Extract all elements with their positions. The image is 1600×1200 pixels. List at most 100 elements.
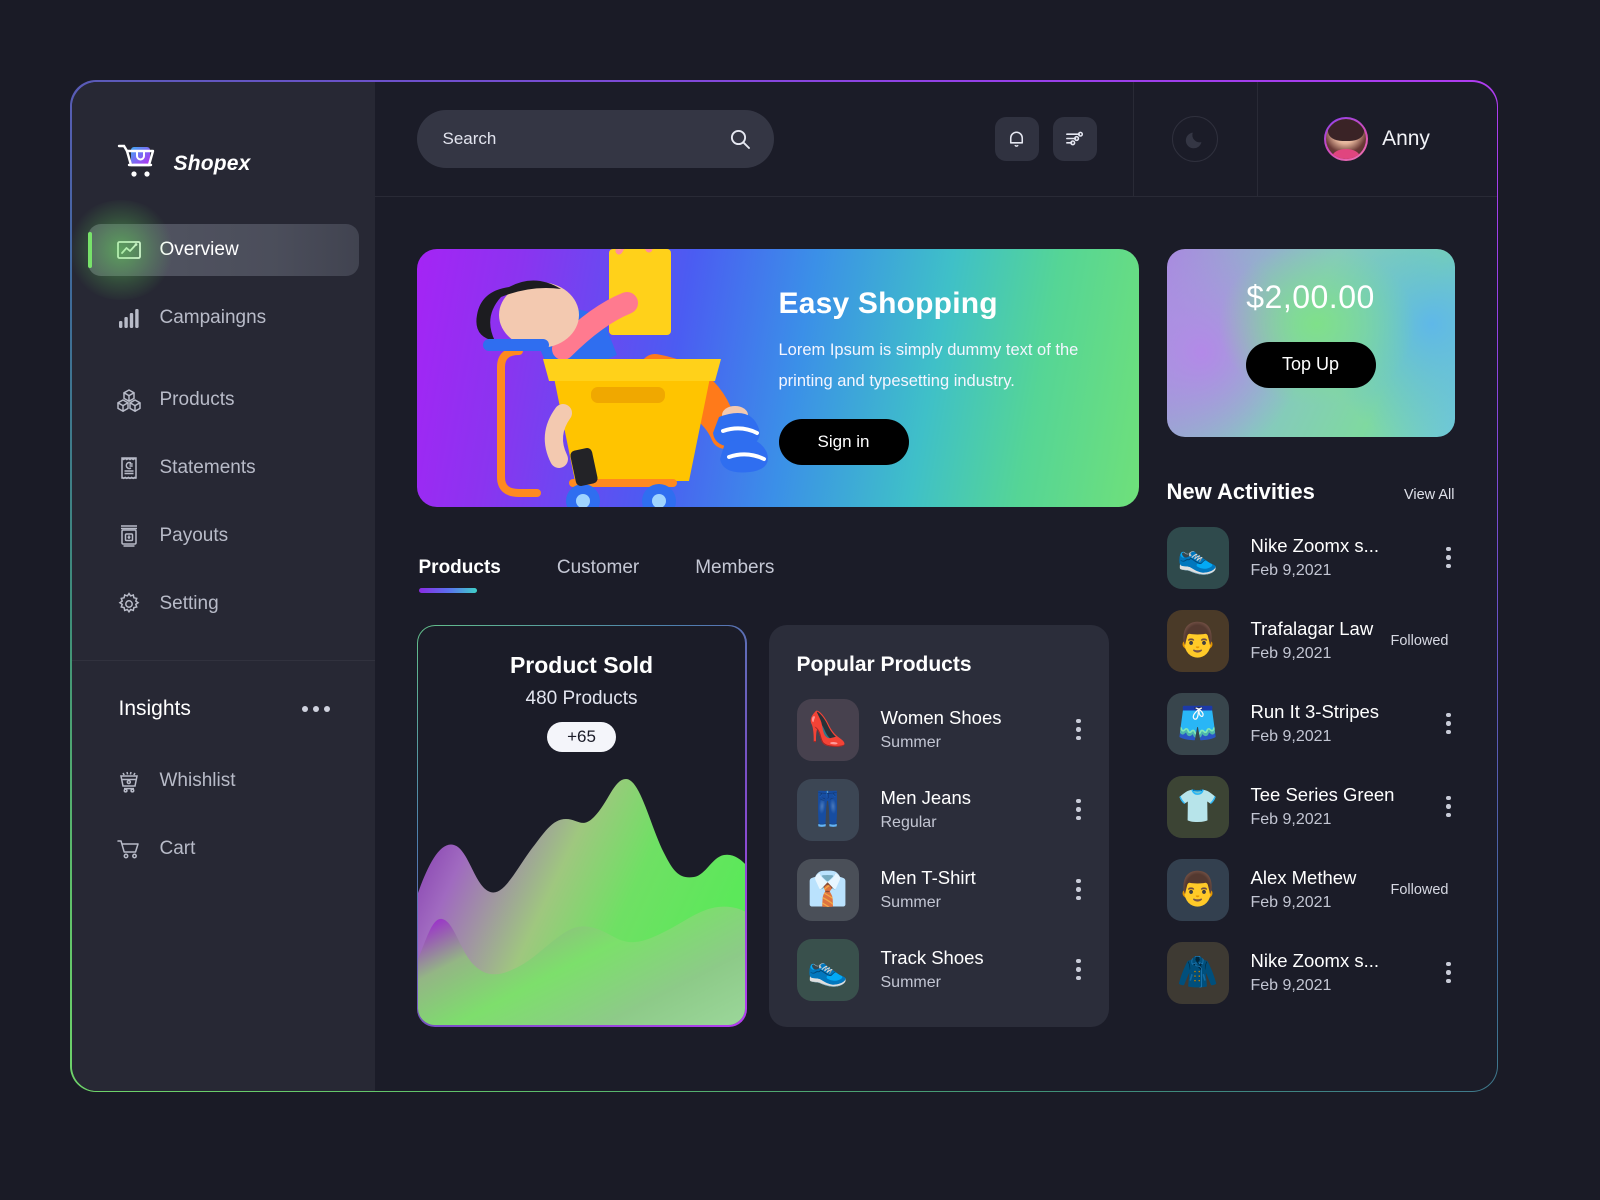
list-item[interactable]: 🩳 Run It 3-Stripes Feb 9,2021 [1166, 692, 1455, 755]
product-sold-area-chart [417, 745, 746, 1026]
top-up-button[interactable]: Top Up [1245, 341, 1376, 388]
shopping-cart-icon [116, 836, 142, 862]
green-tshirt-icon: 👕 [1166, 775, 1229, 838]
more-vertical-icon[interactable] [1442, 792, 1455, 822]
view-all-link[interactable]: View All [1404, 487, 1455, 503]
list-item[interactable]: 👖 Men Jeans Regular [796, 778, 1085, 841]
more-vertical-icon[interactable] [1072, 715, 1085, 745]
more-vertical-icon[interactable] [1072, 795, 1085, 825]
insights-header: Insights [72, 661, 375, 721]
hero-banner: Easy Shopping Lorem Ipsum is simply dumm… [416, 248, 1139, 507]
activity-date: Feb 9,2021 [1250, 728, 1332, 745]
hero-subtitle: Lorem Ipsum is simply dummy text of the … [778, 340, 1079, 390]
sliders-icon [1063, 127, 1086, 150]
search-icon[interactable] [728, 127, 752, 151]
popular-products-list: 👠 Women Shoes Summer 👖 Men Jeans Regular… [796, 698, 1085, 1001]
bar-chart-icon [116, 305, 142, 331]
more-vertical-icon[interactable] [1072, 875, 1085, 905]
product-name: Men T-Shirt [880, 867, 976, 888]
sidebar-item-label: Whishlist [159, 769, 236, 791]
person-in-shopping-cart-illustration [423, 248, 803, 507]
more-horizontal-icon[interactable] [301, 705, 330, 712]
product-category: Summer [880, 734, 941, 751]
activity-name: Alex Methew [1250, 867, 1357, 888]
popular-products-title: Popular Products [796, 652, 972, 676]
shorts-icon: 🩳 [1166, 692, 1229, 755]
main-area: Anny [374, 81, 1497, 1091]
topbar: Anny [374, 81, 1497, 197]
right-column: $2,00.00 Top Up New Activities View All … [1139, 197, 1497, 1091]
tab-products[interactable]: Products [418, 557, 501, 593]
cards-row: Product Sold 480 Products +65 Popular Pr… [416, 624, 1139, 1027]
product-category: Summer [880, 894, 941, 911]
hero-title: Easy Shopping [778, 286, 998, 320]
activity-name: Run It 3-Stripes [1250, 701, 1380, 722]
person-avatar-icon: 👨 [1166, 858, 1229, 921]
notifications-button[interactable] [994, 116, 1039, 161]
moon-icon[interactable] [1172, 115, 1218, 162]
avatar [1324, 116, 1369, 161]
activity-date: Feb 9,2021 [1250, 562, 1332, 579]
more-vertical-icon[interactable] [1442, 543, 1455, 573]
sidebar-item-label: Statements [159, 456, 256, 478]
more-vertical-icon[interactable] [1072, 955, 1085, 985]
sidebar-item-label: Payouts [159, 524, 229, 546]
sidebar-item-campaingns[interactable]: Campaingns [88, 292, 359, 344]
left-column: Easy Shopping Lorem Ipsum is simply dumm… [375, 197, 1139, 1091]
more-vertical-icon[interactable] [1442, 709, 1455, 739]
list-item[interactable]: 👔 Men T-Shirt Summer [796, 858, 1085, 921]
product-name: Men Jeans [880, 787, 972, 808]
sidebar-item-setting[interactable]: Setting [88, 578, 359, 630]
list-item[interactable]: 👕 Tee Series Green Feb 9,2021 [1166, 775, 1455, 838]
list-item[interactable]: 👟 Nike Zoomx s... Feb 9,2021 [1166, 526, 1455, 589]
sidebar-item-payouts[interactable]: Payouts [88, 510, 359, 562]
theme-toggle[interactable] [1132, 81, 1257, 196]
receipt-icon [116, 455, 142, 481]
sidebar-item-statements[interactable]: Statements [88, 442, 359, 494]
topbar-icon-group [994, 82, 1133, 196]
sidebar-item-overview[interactable]: Overview [71, 199, 359, 300]
search-bar[interactable] [416, 109, 774, 168]
product-name: Track Shoes [880, 947, 984, 968]
user-name: Anny [1382, 126, 1430, 150]
sidebar: Shopex Overview Campaingns Products Stat… [71, 81, 375, 1091]
white-sneaker-icon: 👟 [796, 938, 859, 1001]
activity-name: Tee Series Green [1250, 784, 1395, 805]
app-window: Shopex Overview Campaingns Products Stat… [70, 80, 1498, 1092]
activity-date: Feb 9,2021 [1250, 977, 1332, 994]
activity-date: Feb 9,2021 [1250, 811, 1332, 828]
activity-date: Feb 9,2021 [1250, 645, 1332, 662]
status-badge: Followed [1390, 632, 1449, 649]
product-sold-title: Product Sold [509, 651, 654, 678]
list-item[interactable]: 👟 Track Shoes Summer [796, 938, 1085, 1001]
more-vertical-icon[interactable] [1442, 958, 1455, 988]
filter-settings-button[interactable] [1052, 116, 1097, 161]
product-category: Summer [880, 974, 941, 991]
tab-customer[interactable]: Customer [557, 557, 639, 593]
tab-bar: Products Customer Members [417, 557, 1139, 593]
popular-products-card: Popular Products 👠 Women Shoes Summer 👖 … [768, 624, 1109, 1027]
sidebar-item-label: Products [159, 388, 235, 410]
list-item[interactable]: 🧥 Nike Zoomx s... Feb 9,2021 [1166, 941, 1455, 1004]
balance-amount: $2,00.00 [1246, 278, 1375, 315]
activity-name: Trafalagar Law [1250, 618, 1374, 639]
gear-icon [116, 591, 142, 617]
product-category: Regular [880, 814, 937, 831]
jacket-icon: 🧥 [1166, 941, 1229, 1004]
brand-name: Shopex [173, 151, 251, 175]
sidebar-item-products[interactable]: Products [88, 374, 359, 426]
sidebar-item-label: Campaingns [159, 306, 267, 328]
list-item[interactable]: 👠 Women Shoes Summer [796, 698, 1085, 761]
tab-members[interactable]: Members [695, 557, 774, 593]
user-profile[interactable]: Anny [1256, 81, 1497, 196]
content-area: Easy Shopping Lorem Ipsum is simply dumm… [375, 197, 1497, 1091]
chart-line-box-icon [116, 237, 142, 263]
activities-header: New Activities View All [1167, 479, 1455, 505]
sidebar-item-cart[interactable]: Cart [88, 823, 359, 875]
shopping-cart-logo-icon [117, 143, 163, 185]
search-input[interactable] [442, 128, 728, 149]
insights-nav: Whishlist Cart [72, 721, 375, 875]
list-item[interactable]: 👨 Trafalagar Law Feb 9,2021 Followed [1166, 609, 1455, 672]
sidebar-item-whishlist[interactable]: Whishlist [88, 755, 359, 807]
list-item[interactable]: 👨 Alex Methew Feb 9,2021 Followed [1166, 858, 1455, 921]
